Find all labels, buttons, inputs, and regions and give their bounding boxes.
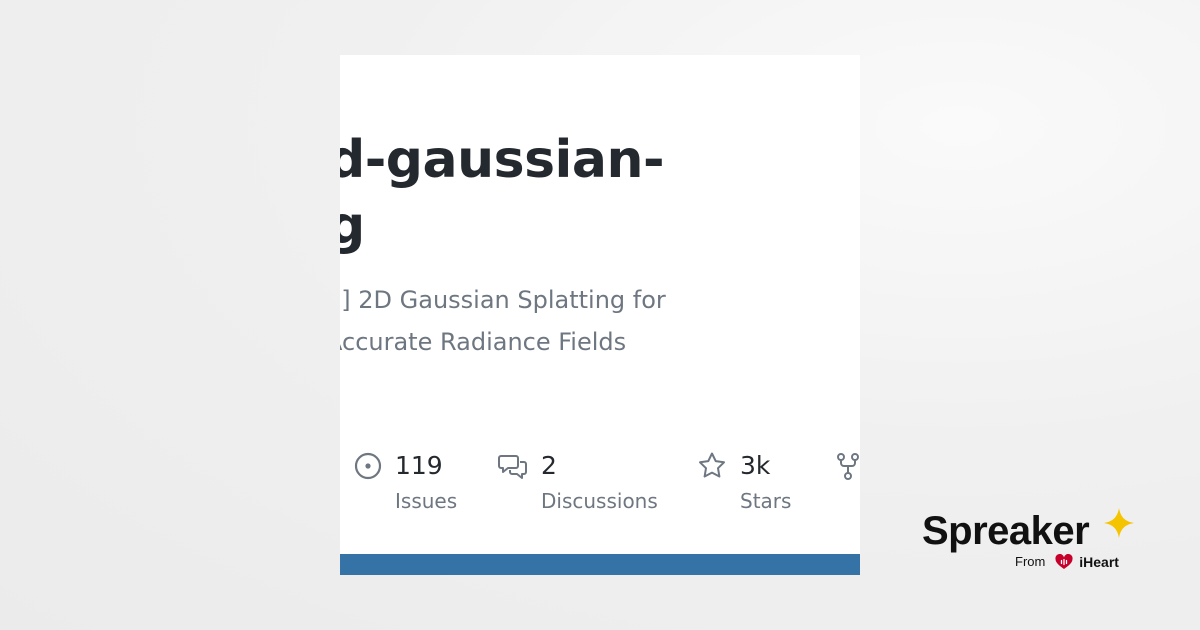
- language-bar: [340, 554, 860, 575]
- star-icon: [699, 452, 725, 478]
- repo-title-line-2: g: [340, 196, 365, 256]
- stars-label: Stars: [740, 489, 792, 513]
- brand-subtitle: From iHeart: [1015, 553, 1119, 571]
- brand-sub-prefix: From: [1015, 554, 1046, 569]
- discussions-icon: [498, 455, 527, 479]
- stars-count: 3k: [740, 451, 771, 480]
- repo-title: d-gaussian- g: [340, 127, 848, 259]
- repo-description-line-1: 4] 2D Gaussian Splatting for: [340, 286, 666, 314]
- repo-description: 4] 2D Gaussian Splatting for Accurate Ra…: [340, 279, 860, 363]
- iheart-logo-icon: [1055, 554, 1073, 569]
- issues-count: 119: [395, 451, 443, 480]
- spreaker-logo: Spreaker From iHeart: [922, 508, 1142, 578]
- repo-card: d-gaussian- g 4] 2D Gaussian Splatting f…: [340, 55, 860, 575]
- discussions-count: 2: [541, 451, 557, 480]
- brand-sub-brand: iHeart: [1079, 554, 1119, 570]
- discussions-label: Discussions: [541, 489, 658, 513]
- star-sparkle-icon: [1104, 508, 1134, 538]
- issue-opened-icon: [354, 452, 382, 480]
- issues-label: Issues: [395, 489, 458, 513]
- repo-title-line-1: d-gaussian-: [340, 130, 665, 190]
- repo-description-line-2: Accurate Radiance Fields: [340, 328, 627, 356]
- brand-name: Spreaker: [922, 509, 1090, 553]
- fork-icon: [837, 453, 859, 480]
